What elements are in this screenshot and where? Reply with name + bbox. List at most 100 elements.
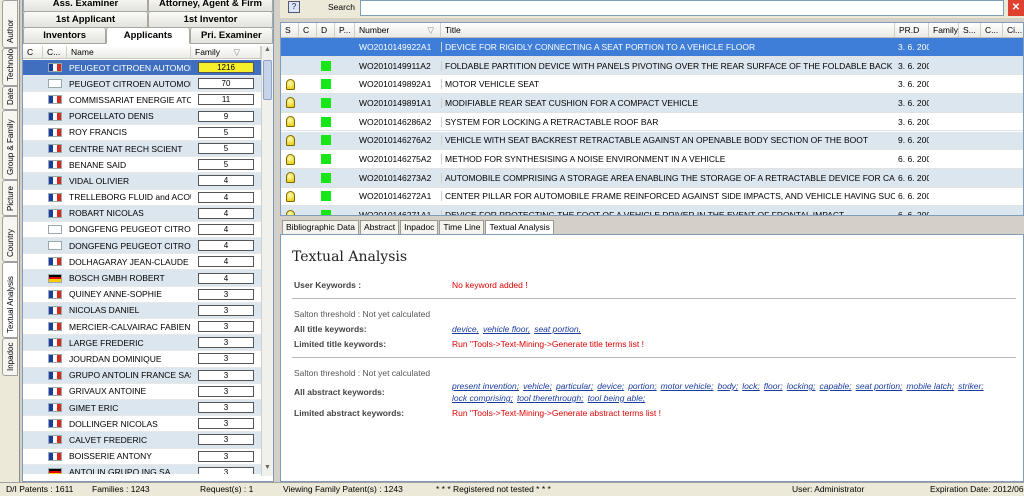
table-row[interactable]: DONGFENG PEUGEOT CITROE 4 bbox=[23, 222, 261, 239]
patent-row[interactable]: WO2010146273A2 AUTOMOBILE COMPRISING A ST… bbox=[281, 168, 1023, 188]
keyword-link[interactable]: seat portion, bbox=[534, 324, 581, 334]
keyword-link[interactable]: tool being able; bbox=[588, 393, 646, 403]
column-header-c[interactable]: C bbox=[23, 46, 43, 58]
keyword-link[interactable]: tool therethrough; bbox=[517, 393, 584, 403]
table-row[interactable]: PORCELLATO DENIS 9 bbox=[23, 108, 261, 125]
column-header-prd[interactable]: PR.D bbox=[895, 23, 929, 37]
table-row[interactable]: LARGE FREDERIC 3 bbox=[23, 335, 261, 352]
column-header-number[interactable]: Number ▽ bbox=[355, 23, 441, 37]
patent-row[interactable]: WO2010146271A1 DEVICE FOR PROTECTING THE … bbox=[281, 206, 1023, 215]
help-icon[interactable]: ? bbox=[288, 1, 300, 13]
patent-row[interactable]: WO2010149892A1 MOTOR VEHICLE SEAT 3. 6. 20… bbox=[281, 75, 1023, 95]
table-row[interactable]: ROBART NICOLAS 4 bbox=[23, 205, 261, 222]
column-header-family[interactable]: Family bbox=[929, 23, 959, 37]
table-row[interactable]: DOLHAGARAY JEAN-CLAUDE 4 bbox=[23, 254, 261, 271]
column-header-p[interactable]: P... bbox=[335, 23, 355, 37]
keyword-link[interactable]: floor; bbox=[764, 381, 783, 391]
keyword-link[interactable]: capable; bbox=[820, 381, 852, 391]
column-header-title[interactable]: Title bbox=[441, 23, 895, 37]
tab-bibliographic-data[interactable]: Bibliographic Data bbox=[282, 220, 359, 234]
side-tab-date[interactable]: Date bbox=[2, 86, 18, 110]
table-row[interactable]: QUINEY ANNE-SOPHIE 3 bbox=[23, 287, 261, 303]
keyword-link[interactable]: mobile latch; bbox=[906, 381, 954, 391]
keyword-link[interactable]: lock; bbox=[742, 381, 759, 391]
side-tab-label: Author bbox=[6, 19, 15, 43]
table-row[interactable]: BOISSERIE ANTONY 3 bbox=[23, 449, 261, 465]
table-row[interactable]: BOSCH GMBH ROBERT 4 bbox=[23, 270, 261, 287]
table-row[interactable]: BENANE SAID 5 bbox=[23, 157, 261, 174]
patent-row[interactable]: WO2010146272A1 CENTER PILLAR FOR AUTOMOBI… bbox=[281, 188, 1023, 207]
keyword-link[interactable]: locking; bbox=[787, 381, 816, 391]
keyword-link[interactable]: motor vehicle; bbox=[661, 381, 714, 391]
table-row[interactable]: GRIVAUX ANTOINE 3 bbox=[23, 384, 261, 400]
table-row[interactable]: TRELLEBORG FLUID and ACOU 4 bbox=[23, 190, 261, 206]
table-row[interactable]: ROY FRANCIS 5 bbox=[23, 125, 261, 141]
column-header-country[interactable]: C... bbox=[43, 46, 67, 58]
side-tab-textual-analysis[interactable]: Textual Analysis bbox=[2, 262, 18, 338]
keyword-link[interactable]: vehicle floor, bbox=[483, 324, 530, 334]
column-header-c[interactable]: C bbox=[299, 23, 317, 37]
scroll-down-icon[interactable]: ▼ bbox=[262, 464, 273, 476]
table-row[interactable]: GRUPO ANTOLIN FRANCE SAS 3 bbox=[23, 367, 261, 384]
side-tab-inpadoc[interactable]: Inpadoc bbox=[2, 338, 18, 376]
tab-1st-inventor[interactable]: 1st Inventor bbox=[148, 11, 273, 28]
close-icon[interactable]: ✕ bbox=[1008, 0, 1024, 16]
keyword-link[interactable]: particular; bbox=[556, 381, 593, 391]
patent-row[interactable]: WO2010146286A2 SYSTEM FOR LOCKING A RETRA… bbox=[281, 113, 1023, 132]
table-row[interactable]: NICOLAS DANIEL 3 bbox=[23, 302, 261, 319]
keyword-link[interactable]: present invention; bbox=[452, 381, 519, 391]
table-row[interactable]: DOLLINGER NICOLAS 3 bbox=[23, 416, 261, 433]
search-input[interactable] bbox=[360, 0, 1004, 16]
side-tab-country[interactable]: Country bbox=[2, 216, 18, 262]
side-tab-picture[interactable]: Picture bbox=[2, 180, 18, 216]
side-tab-technology[interactable]: Technology bbox=[2, 48, 18, 86]
tab-time-line[interactable]: Time Line bbox=[439, 220, 485, 234]
table-row[interactable]: JOURDAN DOMINIQUE 3 bbox=[23, 351, 261, 368]
side-tab-author[interactable]: Author bbox=[2, 0, 18, 48]
keyword-link[interactable]: striker; bbox=[958, 381, 984, 391]
priority-date: 9. 6. 200 bbox=[898, 135, 929, 146]
table-row[interactable]: MERCIER-CALVAIRAC FABIEN 3 bbox=[23, 319, 261, 336]
column-header-d[interactable]: D bbox=[317, 23, 335, 37]
table-row[interactable]: DONGFENG PEUGEOT CITROE 4 bbox=[23, 238, 261, 255]
tab-abstract[interactable]: Abstract bbox=[359, 220, 400, 234]
keyword-link[interactable]: device; bbox=[597, 381, 624, 391]
column-header-name[interactable]: Name bbox=[67, 46, 191, 58]
applicants-scrollbar[interactable]: ▲ ▼ bbox=[261, 46, 273, 476]
column-header-s2[interactable]: S... bbox=[959, 23, 981, 37]
tab-inpadoc[interactable]: Inpadoc bbox=[400, 220, 439, 234]
side-tab-group-family[interactable]: Group & Family bbox=[2, 110, 18, 180]
column-header-ci[interactable]: Ci... bbox=[1003, 23, 1023, 37]
patent-row[interactable]: WO2010149911A2 FOLDABLE PARTITION DEVICE … bbox=[281, 56, 1023, 76]
table-row[interactable]: PEUGEOT CITROEN AUTOMOB 70 bbox=[23, 76, 261, 93]
patent-row[interactable]: WO2010146276A2 VEHICLE WITH SEAT BACKREST… bbox=[281, 131, 1023, 151]
keyword-link[interactable]: vehicle; bbox=[523, 381, 552, 391]
keyword-link[interactable]: seat portion; bbox=[856, 381, 903, 391]
family-count-bar: 3 bbox=[198, 337, 254, 349]
table-row[interactable]: CALVET FREDERIC 3 bbox=[23, 432, 261, 449]
column-header-c2[interactable]: C... bbox=[981, 23, 1003, 37]
scroll-up-icon[interactable]: ▲ bbox=[262, 46, 273, 58]
tab-applicants[interactable]: Applicants bbox=[106, 27, 190, 44]
keyword-link[interactable]: portion; bbox=[628, 381, 656, 391]
patent-row[interactable]: WO2010149891A1 MODIFIABLE REAR SEAT CUSHI… bbox=[281, 94, 1023, 113]
table-row[interactable]: ANTOLIN GRUPO ING SA 3 bbox=[23, 464, 261, 474]
tab-inventors[interactable]: Inventors bbox=[23, 27, 107, 44]
family-cell: 70 bbox=[191, 78, 261, 90]
keyword-link[interactable]: body; bbox=[717, 381, 738, 391]
table-row[interactable]: CENTRE NAT RECH SCIENT 5 bbox=[23, 140, 261, 158]
column-header-s[interactable]: S bbox=[281, 23, 299, 37]
table-row[interactable]: PEUGEOT CITROEN AUTOMOB 1216 bbox=[23, 60, 261, 77]
patent-row[interactable]: WO2010146275A2 METHOD FOR SYNTHESISING A … bbox=[281, 150, 1023, 169]
table-row[interactable]: VIDAL OLIVIER 4 bbox=[23, 173, 261, 190]
tab-1st-applicant[interactable]: 1st Applicant bbox=[23, 11, 148, 28]
keyword-link[interactable]: device, bbox=[452, 324, 479, 334]
patent-row[interactable]: WO2010149922A1 DEVICE FOR RIGIDLY CONNECT… bbox=[281, 38, 1023, 57]
keyword-link[interactable]: lock comprising; bbox=[452, 393, 513, 403]
scrollbar-thumb[interactable] bbox=[263, 60, 272, 100]
tab-pri-examiner[interactable]: Pri. Examiner bbox=[189, 27, 273, 44]
table-row[interactable]: COMMISSARIAT ENERGIE ATO 11 bbox=[23, 92, 261, 109]
column-header-family[interactable]: Family ▽ bbox=[191, 46, 261, 58]
table-row[interactable]: GIMET ERIC 3 bbox=[23, 399, 261, 417]
tab-textual-analysis[interactable]: Textual Analysis bbox=[485, 220, 554, 234]
